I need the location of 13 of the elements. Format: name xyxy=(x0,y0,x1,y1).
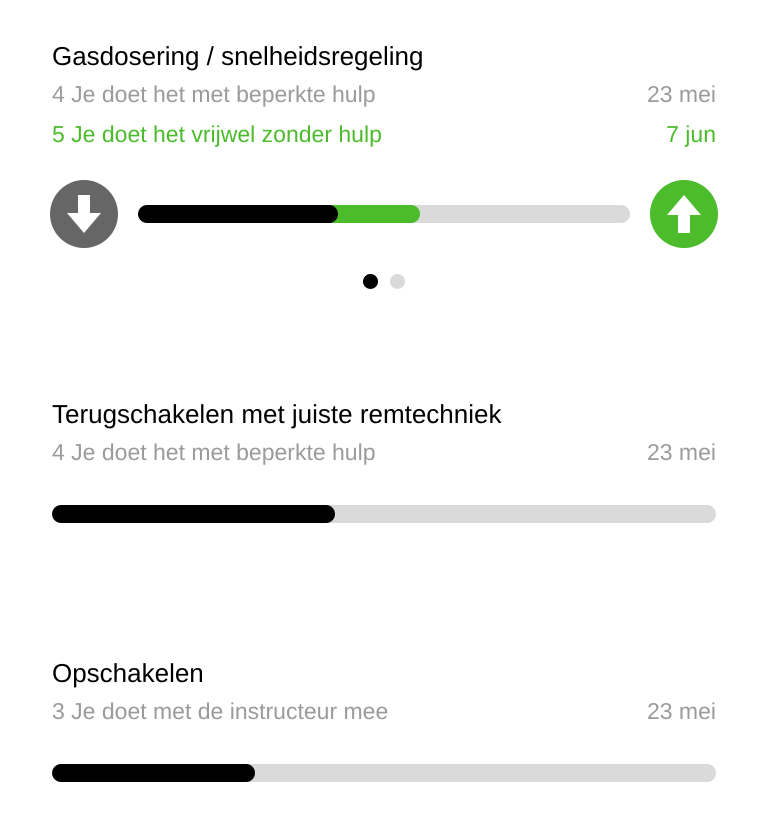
level-description: 4 Je doet het met beperkte hulp xyxy=(52,80,376,109)
level-description: 5 Je doet het vrijwel zonder hulp xyxy=(52,120,382,149)
skill-title: Gasdosering / snelheidsregeling xyxy=(52,40,424,73)
skill-title: Terugschakelen met juiste remtechniek xyxy=(52,398,502,431)
date-label: 23 mei xyxy=(646,80,716,109)
level-description: 4 Je doet het met beperkte hulp xyxy=(52,438,376,467)
date-label: 23 mei xyxy=(646,697,716,726)
date-label: 7 jun xyxy=(666,120,716,149)
arrow-down-icon xyxy=(67,195,101,233)
skill-title: Opschakelen xyxy=(52,657,205,690)
date-label: 23 mei xyxy=(646,438,716,467)
arrow-up-icon xyxy=(667,195,701,233)
level-description: 3 Je doet met de instructeur mee xyxy=(52,697,388,726)
